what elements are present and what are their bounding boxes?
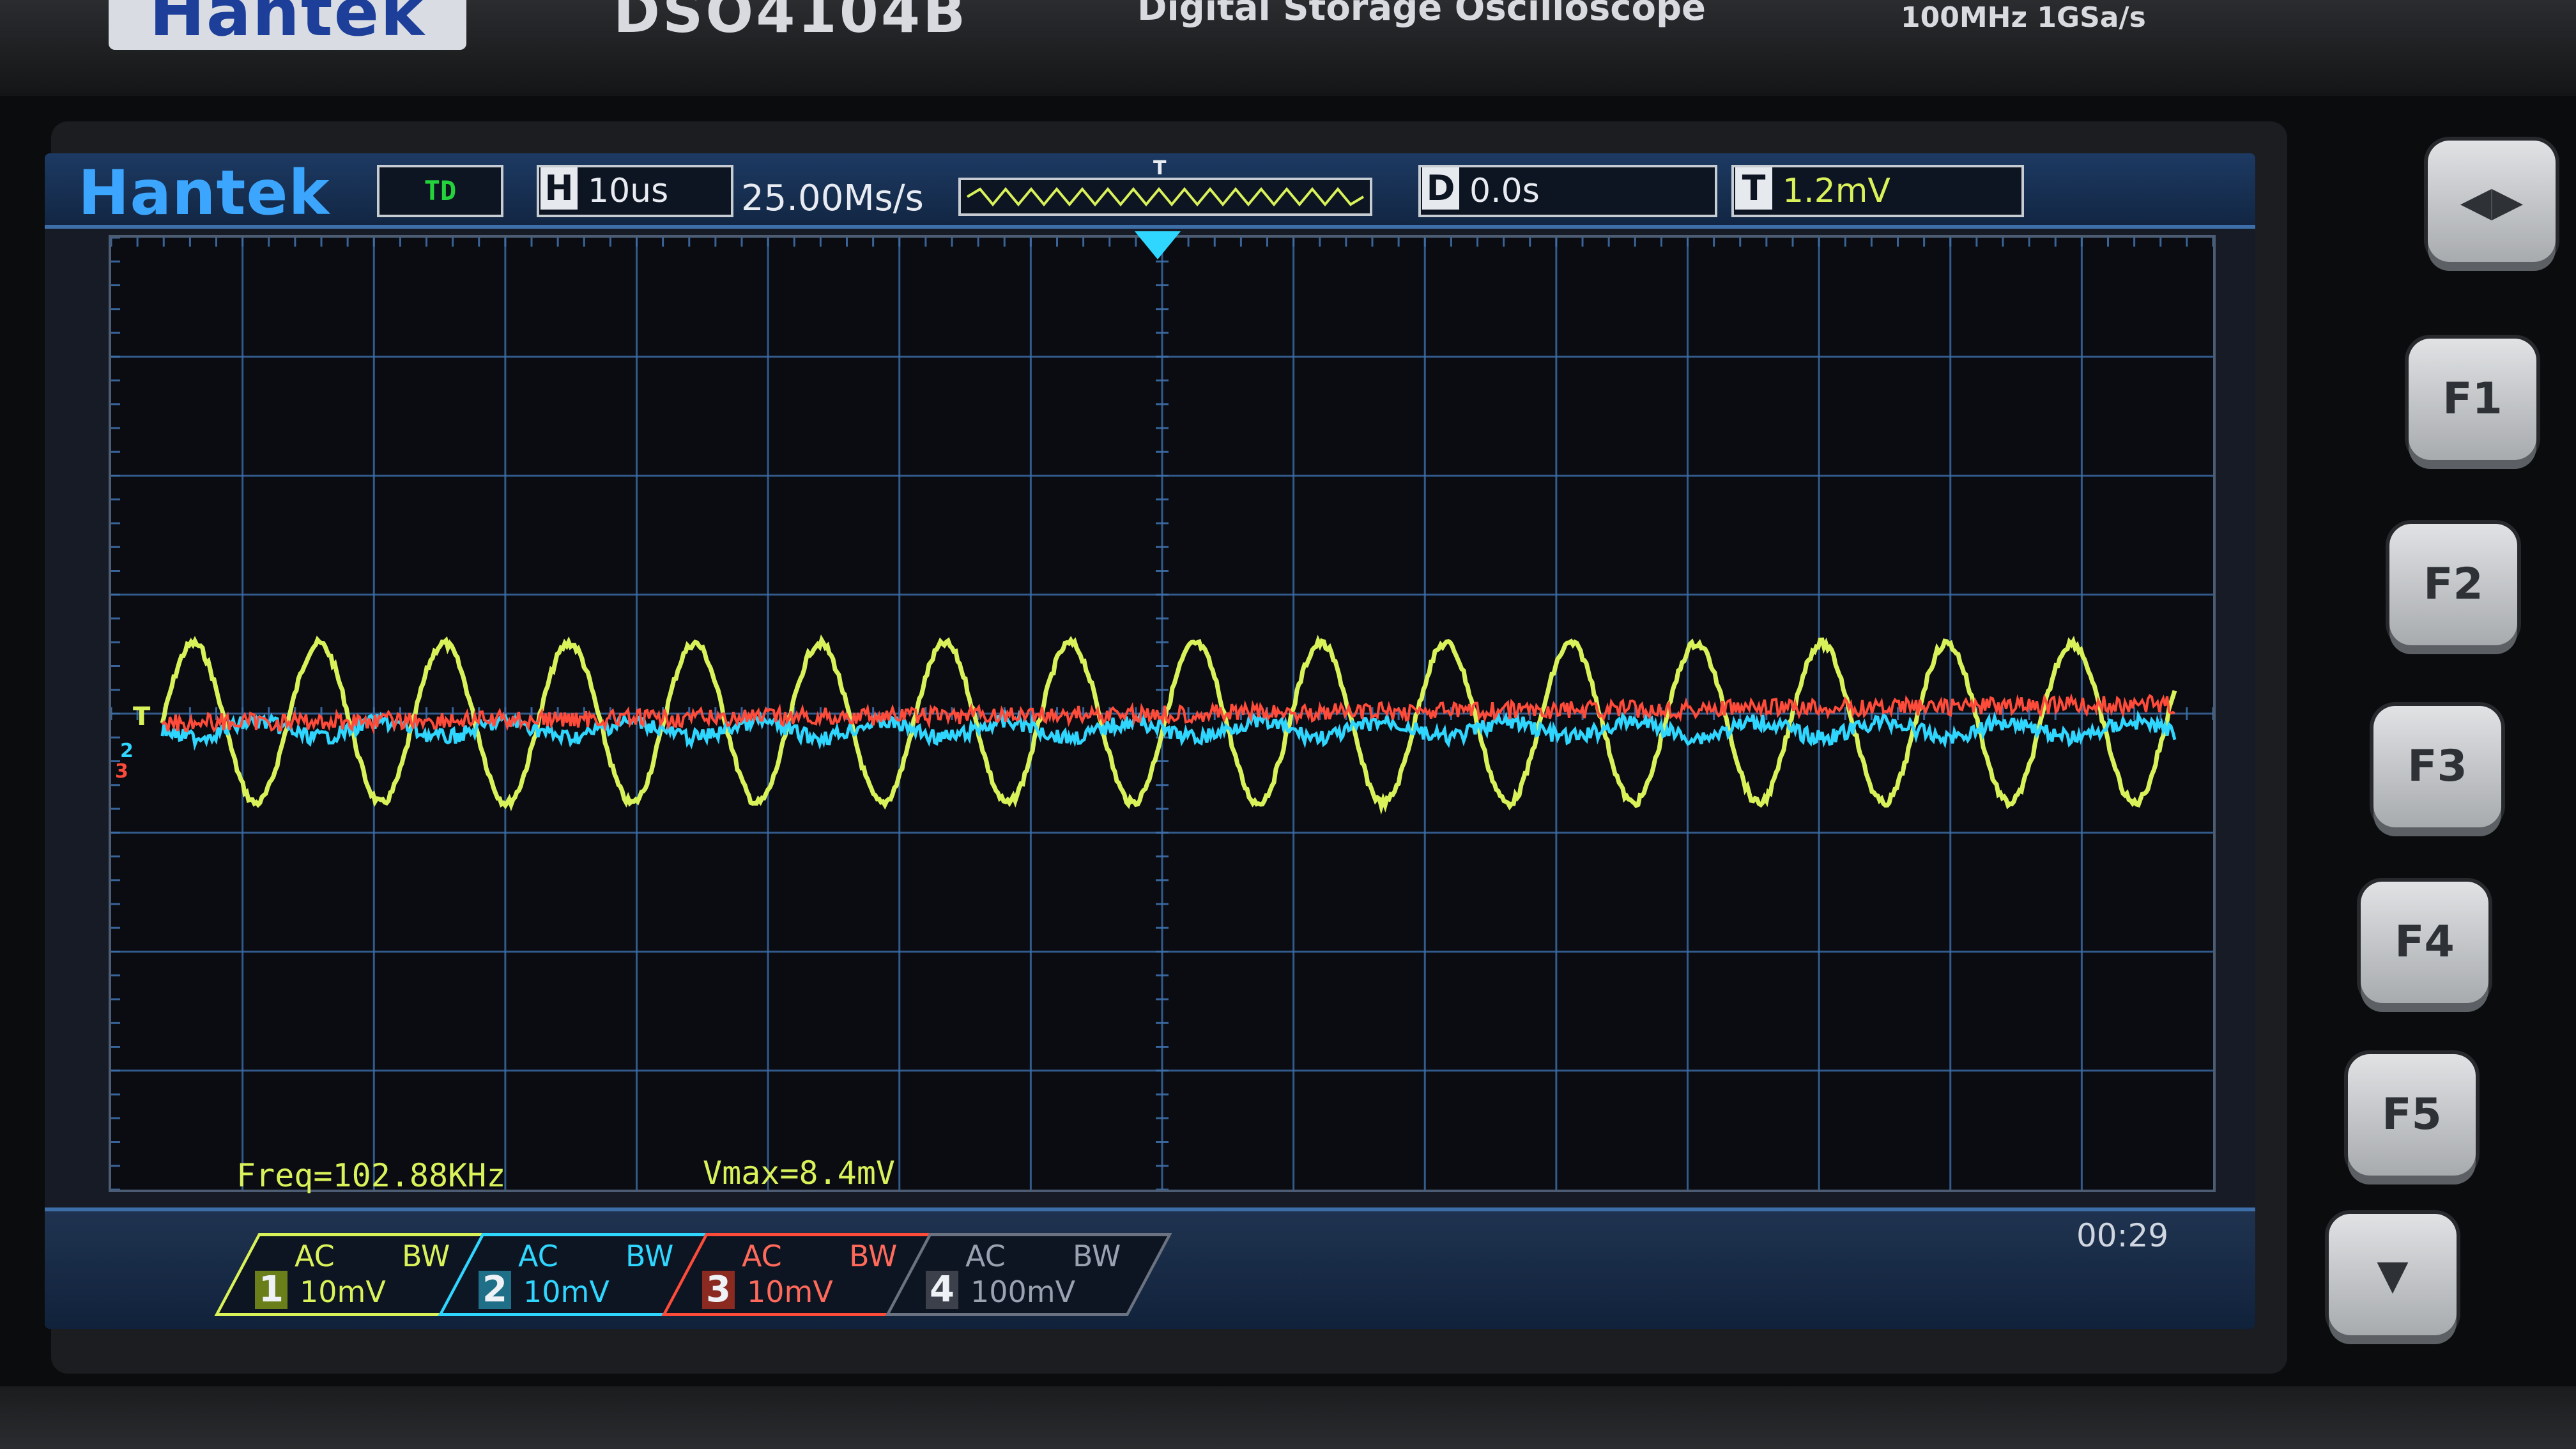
- down-button[interactable]: ▼: [2329, 1214, 2457, 1335]
- delay-value: 0.0s: [1469, 172, 1540, 210]
- channel-2-number: 2: [479, 1269, 511, 1310]
- trigger-level-value: 1.2mV: [1782, 172, 1890, 210]
- channel-1-number: 1: [255, 1269, 288, 1310]
- channel-2-scale: 10mV: [523, 1275, 610, 1309]
- device-description: Digital Storage Oscilloscope: [1137, 0, 1706, 29]
- channel-1-bw: BW: [402, 1239, 450, 1273]
- left-right-arrows-icon: ◀▶: [2460, 178, 2524, 226]
- device-brand-logo: Hantek: [109, 0, 466, 50]
- channel-4-number: 4: [926, 1269, 958, 1310]
- ch3-ground-marker: 3: [115, 760, 128, 783]
- channel-3-number: 3: [702, 1269, 735, 1310]
- trigger-level-readout: T 1.2mV: [1731, 165, 2024, 217]
- memory-depth-bar: [958, 178, 1372, 216]
- clock-readout: 00:29: [2076, 1217, 2169, 1254]
- device-model-name: DSO4104B: [613, 0, 969, 45]
- down-arrow-icon: ▼: [2377, 1252, 2409, 1299]
- device-bottom-panel: [0, 1386, 2576, 1449]
- memory-waveform-icon: [966, 187, 1365, 207]
- f2-button[interactable]: F2: [2389, 524, 2517, 645]
- channel-4-bw: BW: [1073, 1239, 1121, 1273]
- delay-readout: D 0.0s: [1418, 165, 1717, 217]
- channel-3-bw: BW: [849, 1239, 898, 1273]
- status-header: Hantek TD H 10us 25.00Ms/s T D 0.0s T 1.2mV: [45, 153, 2255, 229]
- timebase-value: 10us: [588, 172, 669, 210]
- channel-2-bw: BW: [625, 1239, 674, 1273]
- graticule-grid: [111, 238, 2213, 1190]
- trigger-position-pointer-icon: [1135, 231, 1181, 259]
- channel-3-coupling: AC: [742, 1239, 782, 1273]
- channel-1-scale: 10mV: [300, 1275, 386, 1309]
- f5-button[interactable]: F5: [2348, 1054, 2476, 1176]
- device-spec: 100MHz 1GSa/s: [1901, 1, 2146, 34]
- trigger-level-marker: T: [133, 702, 151, 732]
- channel-4-coupling: AC: [965, 1239, 1006, 1273]
- menu-toggle-button[interactable]: ◀▶: [2428, 141, 2556, 262]
- trigger-status-badge: TD: [377, 165, 503, 217]
- f3-button[interactable]: F3: [2373, 706, 2501, 827]
- vmax-measurement: Vmax=8.4mV: [703, 1154, 896, 1192]
- f4-button[interactable]: F4: [2361, 882, 2488, 1003]
- channel-2-coupling: AC: [518, 1239, 558, 1273]
- sample-rate-readout: 25.00Ms/s: [741, 178, 924, 219]
- channel-1-coupling: AC: [295, 1239, 335, 1273]
- channel-4-tab[interactable]: 4 AC BW 100mV: [885, 1233, 1172, 1316]
- delay-label: D: [1422, 167, 1459, 210]
- device-top-panel: Hantek DSO4104B Digital Storage Oscillos…: [0, 0, 2576, 96]
- trigger-position-marker: T: [1153, 157, 1167, 180]
- timebase-label: H: [540, 167, 578, 210]
- timebase-readout: H 10us: [537, 165, 733, 217]
- waveform-display: [109, 235, 2216, 1192]
- channel-4-scale: 100mV: [970, 1275, 1076, 1309]
- trigger-level-label: T: [1735, 167, 1772, 210]
- screen-logo: Hantek: [78, 157, 330, 229]
- frequency-measurement: Freq=102.88KHz: [236, 1157, 506, 1194]
- oscilloscope-screen: Hantek TD H 10us 25.00Ms/s T D 0.0s T 1.2mV…: [45, 153, 2255, 1329]
- channel-3-scale: 10mV: [747, 1275, 833, 1309]
- f1-button[interactable]: F1: [2409, 339, 2536, 460]
